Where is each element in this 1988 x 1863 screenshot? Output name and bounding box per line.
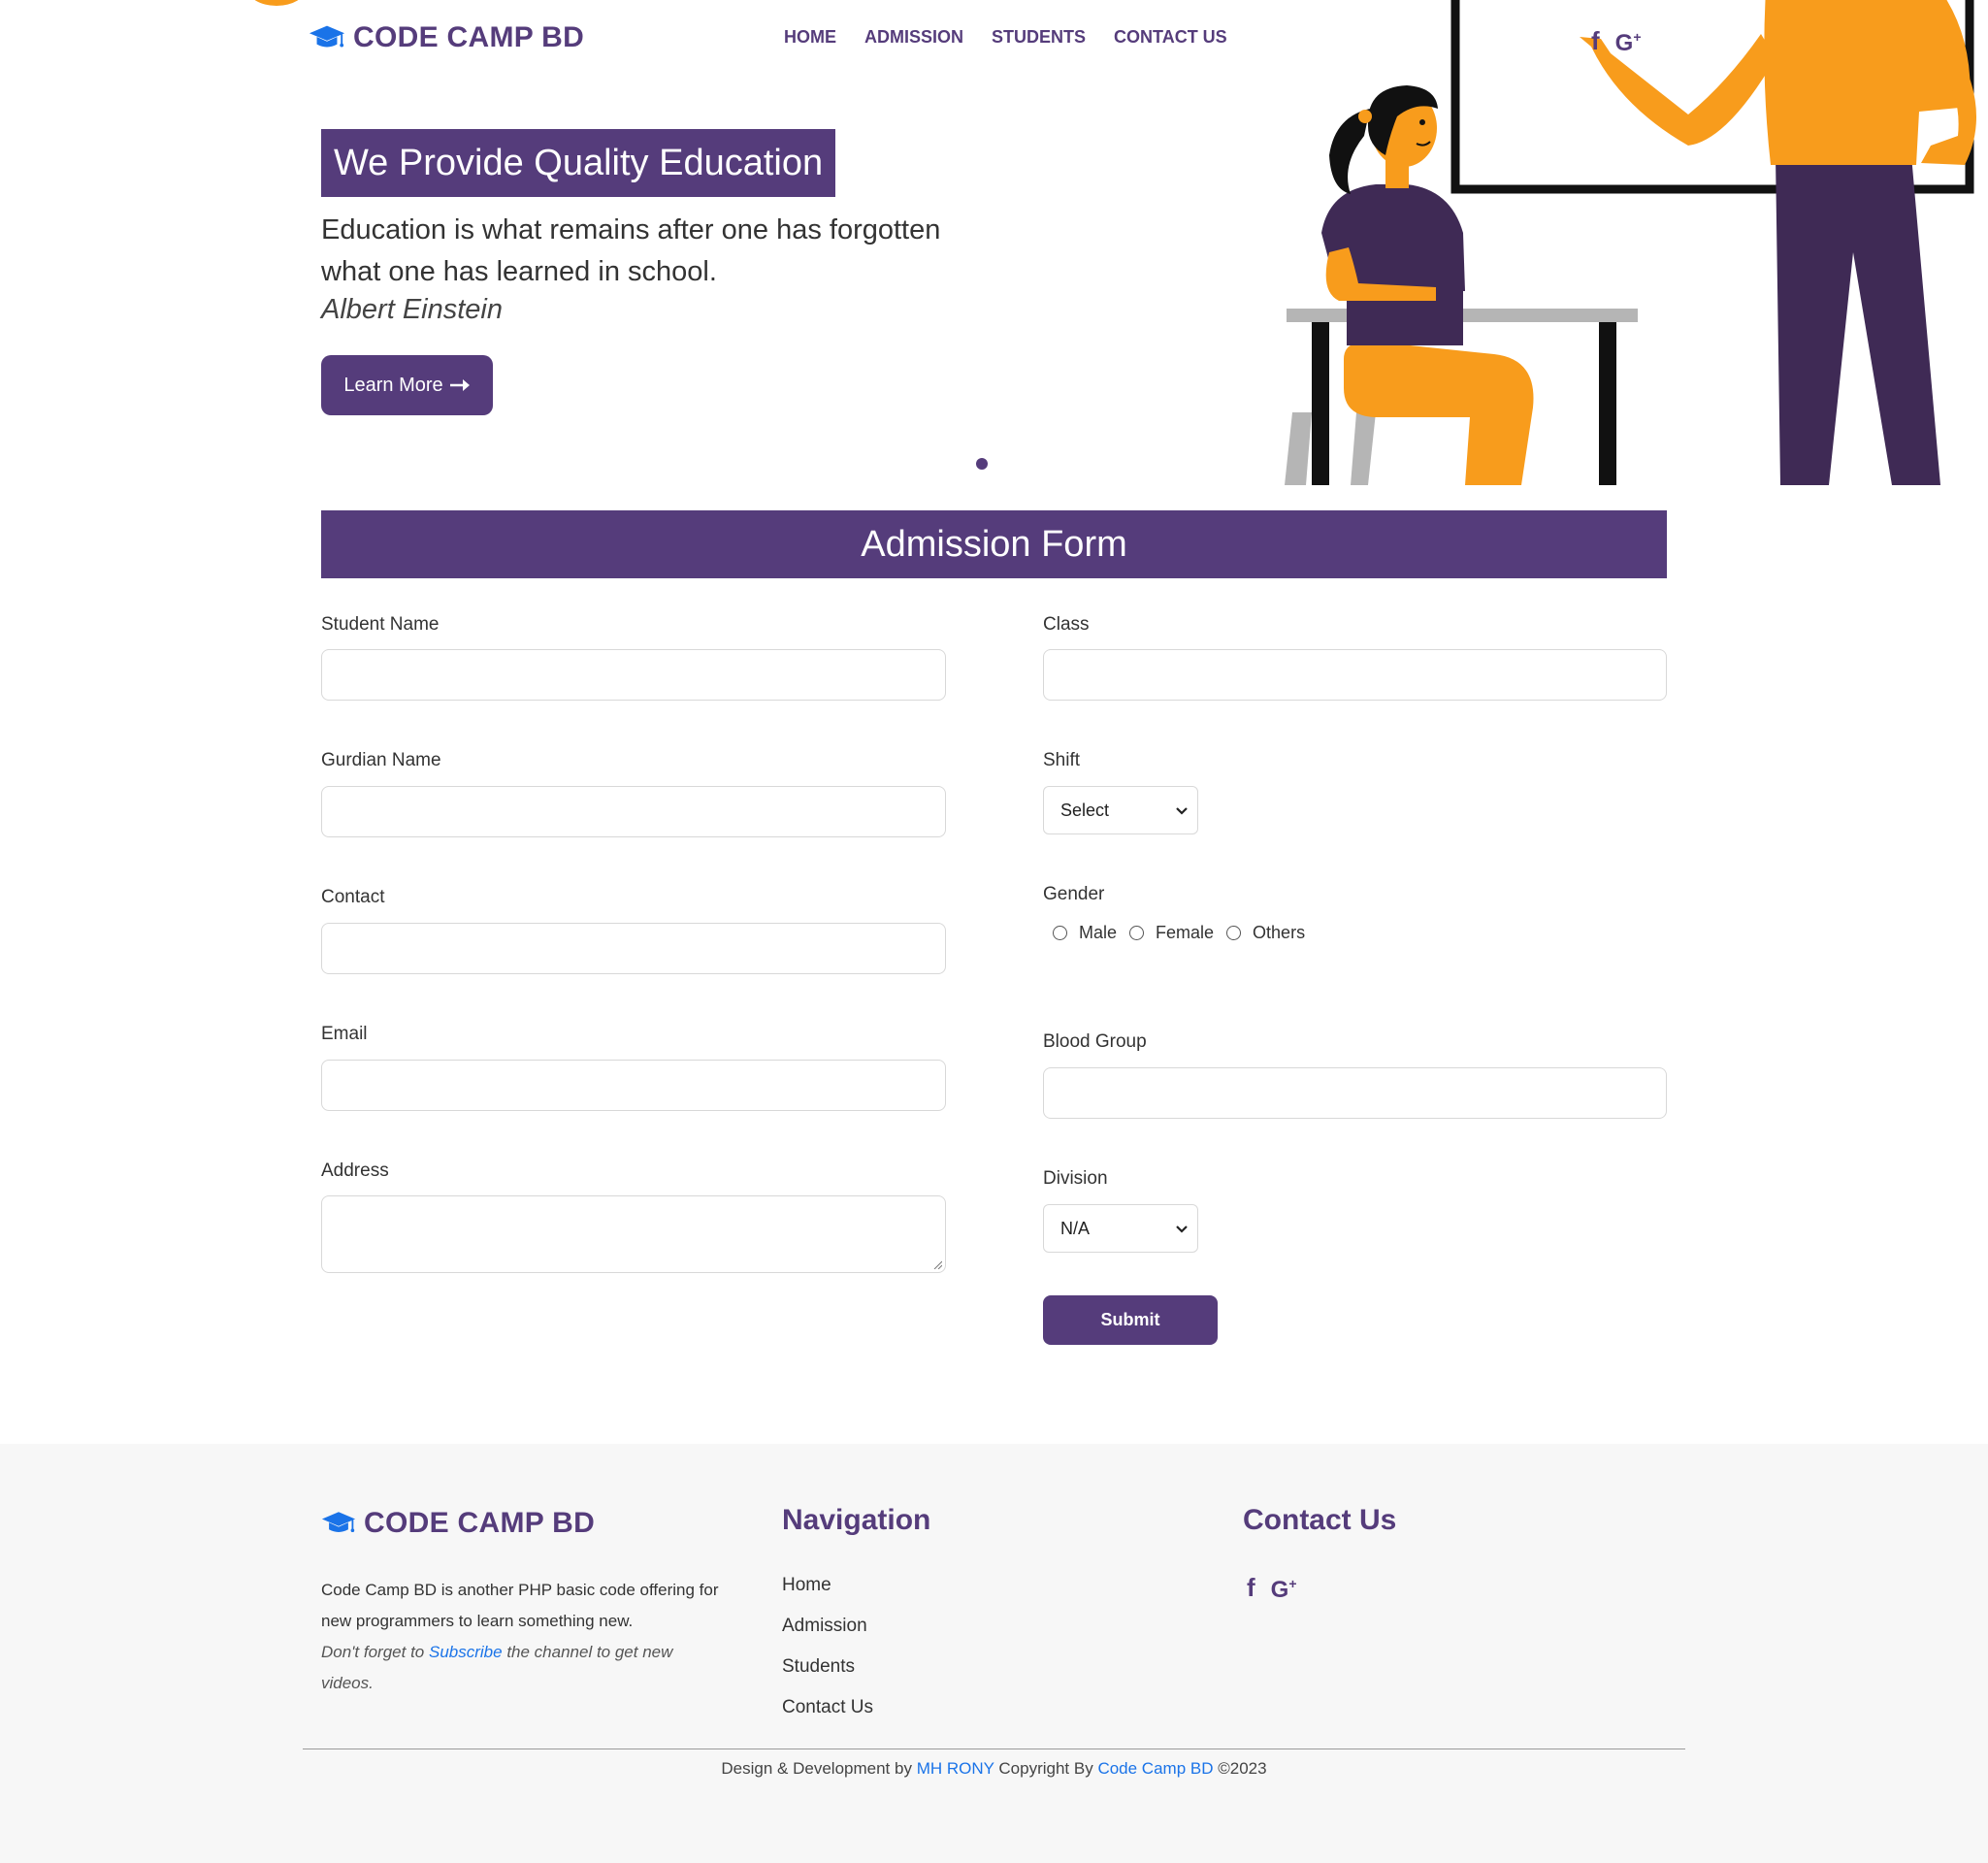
footer-brand-name: CODE CAMP BD xyxy=(364,1507,596,1539)
company-link[interactable]: Code Camp BD xyxy=(1097,1759,1213,1778)
graduation-cap-icon xyxy=(321,1512,356,1532)
resize-handle-icon[interactable] xyxy=(932,1259,942,1269)
graduation-cap-icon xyxy=(309,25,345,48)
copyright-suffix: ©2023 xyxy=(1213,1759,1267,1778)
hero-quote: Education is what remains after one has … xyxy=(321,214,941,287)
class-label: Class xyxy=(1043,614,1090,635)
division-label: Division xyxy=(1043,1168,1108,1189)
nav-admission[interactable]: ADMISSION xyxy=(864,27,963,48)
division-selected-value: N/A xyxy=(1060,1218,1091,1238)
hero-author: Albert Einstein xyxy=(321,294,503,325)
nav-contact-us[interactable]: CONTACT US xyxy=(1114,27,1227,48)
shift-selected-value: Select xyxy=(1060,800,1110,820)
gender-label-male: Male xyxy=(1079,923,1118,942)
gender-label-female: Female xyxy=(1156,923,1215,942)
facebook-icon[interactable]: f xyxy=(1591,27,1600,54)
student-name-label: Student Name xyxy=(321,614,440,635)
gender-label-others: Others xyxy=(1253,923,1306,942)
gender-label: Gender xyxy=(1043,884,1105,904)
admission-form-title: Admission Form xyxy=(321,510,1667,578)
copyright-prefix: Design & Development by xyxy=(721,1759,917,1778)
shift-label: Shift xyxy=(1043,750,1081,770)
gender-radio-female[interactable] xyxy=(1129,926,1145,940)
footer-social-links: f G+ xyxy=(1247,1570,1297,1604)
learn-more-button[interactable]: Learn More xyxy=(321,355,493,415)
guardian-name-input[interactable] xyxy=(321,786,946,837)
email-input[interactable] xyxy=(321,1060,946,1111)
developer-link[interactable]: MH RONY xyxy=(917,1759,994,1778)
footer-description: Code Camp BD is another PHP basic code o… xyxy=(321,1581,719,1630)
google-plus-icon[interactable]: G+ xyxy=(1615,23,1642,57)
copyright-text: Design & Development by MH RONY Copyrigh… xyxy=(0,1759,1988,1779)
google-plus-sign: + xyxy=(1288,1576,1297,1591)
arrow-right-icon xyxy=(449,379,470,391)
class-input[interactable] xyxy=(1043,649,1667,701)
footer-brand-logo[interactable]: CODE CAMP BD xyxy=(321,1507,595,1540)
gender-radio-others[interactable] xyxy=(1226,926,1242,940)
student-name-input[interactable] xyxy=(321,649,946,701)
brand-name: CODE CAMP BD xyxy=(353,21,585,53)
subscribe-link[interactable]: Subscribe xyxy=(429,1643,503,1661)
footer-link-home[interactable]: Home xyxy=(782,1565,873,1606)
carousel-indicator[interactable] xyxy=(976,458,988,470)
blood-group-label: Blood Group xyxy=(1043,1031,1147,1052)
chevron-down-icon xyxy=(1176,1226,1188,1233)
shift-select[interactable]: Select xyxy=(1043,786,1198,834)
contact-input[interactable] xyxy=(321,923,946,974)
google-plus-sign: + xyxy=(1633,29,1642,45)
copyright-mid: Copyright By xyxy=(994,1759,1098,1778)
chevron-down-icon xyxy=(1176,807,1188,815)
gender-radio-group: Male Female Others xyxy=(1053,923,1318,943)
footer-navigation-heading: Navigation xyxy=(782,1504,931,1536)
address-textarea[interactable] xyxy=(321,1195,946,1273)
google-plus-icon[interactable]: G+ xyxy=(1271,1570,1297,1604)
footer-subscribe-note: Don't forget to Subscribe the channel to… xyxy=(321,1637,729,1699)
gender-radio-male[interactable] xyxy=(1053,926,1067,940)
footer-nav-links: Home Admission Students Contact Us xyxy=(782,1565,873,1728)
google-plus-letter: G xyxy=(1614,30,1634,56)
learn-more-label: Learn More xyxy=(343,374,443,396)
footer-link-students[interactable]: Students xyxy=(782,1647,873,1687)
site-footer: CODE CAMP BD Code Camp BD is another PHP… xyxy=(0,1444,1988,1863)
nav-students[interactable]: STUDENTS xyxy=(992,27,1086,48)
footer-link-admission[interactable]: Admission xyxy=(782,1606,873,1647)
site-header: CODE CAMP BD HOME ADMISSION STUDENTS CON… xyxy=(0,0,1988,78)
header-social-links: f G+ xyxy=(1591,23,1642,57)
footer-link-contact-us[interactable]: Contact Us xyxy=(782,1687,873,1728)
nav-home[interactable]: HOME xyxy=(784,27,836,48)
blood-group-input[interactable] xyxy=(1043,1067,1667,1119)
hero-title: We Provide Quality Education xyxy=(321,129,836,197)
subscribe-note-before: Don't forget to xyxy=(321,1643,429,1661)
footer-contact-heading: Contact Us xyxy=(1243,1504,1397,1536)
google-plus-letter: G xyxy=(1270,1577,1289,1603)
division-select[interactable]: N/A xyxy=(1043,1204,1198,1253)
main-nav: HOME ADMISSION STUDENTS CONTACT US xyxy=(784,27,1227,48)
submit-button[interactable]: Submit xyxy=(1043,1295,1218,1345)
facebook-icon[interactable]: f xyxy=(1247,1574,1255,1601)
brand-logo[interactable]: CODE CAMP BD xyxy=(309,21,584,54)
contact-label: Contact xyxy=(321,887,385,907)
email-label: Email xyxy=(321,1024,368,1044)
guardian-name-label: Gurdian Name xyxy=(321,750,441,770)
address-label: Address xyxy=(321,1160,389,1181)
